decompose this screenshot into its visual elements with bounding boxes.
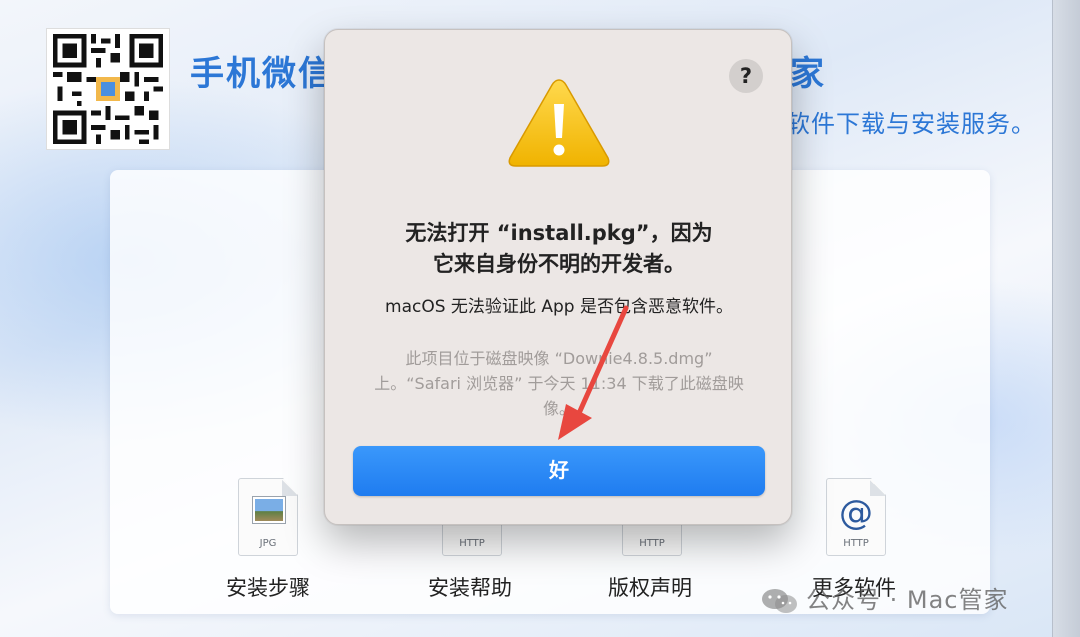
install-steps-label[interactable]: 安装步骤 bbox=[198, 572, 338, 602]
dialog-detail: 此项目位于磁盘映像 “Downie4.8.5.dmg” 上。“Safari 浏览… bbox=[374, 349, 744, 418]
ok-button[interactable]: 好 bbox=[353, 446, 765, 496]
page-subtitle: 软件下载与安装服务。 bbox=[786, 110, 1036, 138]
dialog-title: 无法打开 “install.pkg”，因为 它来自身份不明的开发者。 bbox=[405, 221, 713, 276]
warning-icon bbox=[505, 74, 613, 170]
alert-dialog: ? 无法打开 “install.pkg”，因为 它来自身份不明的开发者。 mac… bbox=[324, 29, 792, 525]
page-title: 手机微信 bbox=[190, 54, 334, 94]
jpg-file-icon[interactable]: JPG bbox=[238, 478, 298, 556]
help-button[interactable]: ? bbox=[729, 59, 763, 93]
copyright-label[interactable]: 版权声明 bbox=[580, 572, 720, 602]
qr-code bbox=[46, 28, 170, 150]
install-help-label[interactable]: 安装帮助 bbox=[400, 572, 540, 602]
watermark-text: 公众号 · Mac管家 bbox=[806, 586, 1009, 614]
http-at-file-icon[interactable]: @ HTTP bbox=[826, 478, 886, 556]
window-frame-edge bbox=[1052, 0, 1080, 637]
dialog-message: macOS 无法验证此 App 是否包含恶意软件。 bbox=[385, 297, 733, 317]
page-title-tail: 家 bbox=[790, 54, 824, 94]
wechat-icon bbox=[760, 587, 800, 615]
watermark: 公众号 · Mac管家 bbox=[760, 580, 1009, 615]
